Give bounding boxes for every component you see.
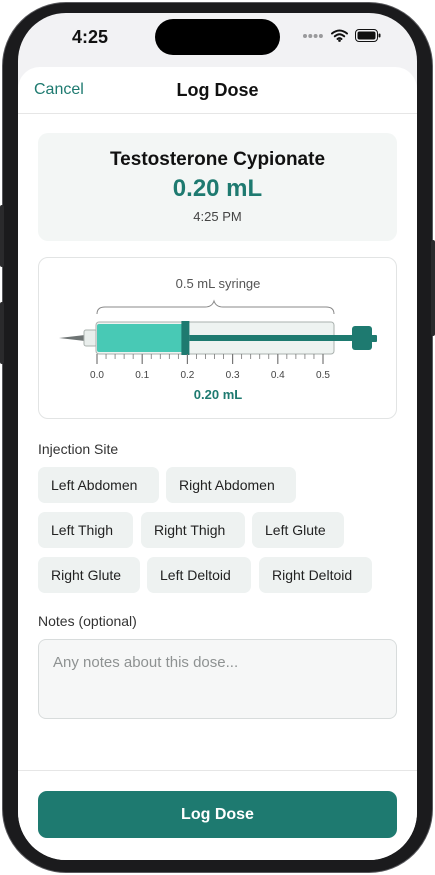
syringe-tick-label: 0.4 [271,370,285,381]
page-title: Log Dose [176,80,259,100]
notes-field[interactable] [38,639,397,719]
syringe-tick-label: 0.3 [226,370,240,381]
status-bar: 4:25 [18,13,417,67]
phone-screen: 4:25 Cancel Log Dose Testosterone Cypion… [18,13,417,860]
battery-icon [355,29,381,42]
notes-label: Notes (optional) [38,613,137,629]
syringe-hub [83,329,98,347]
dose-amount: 0.20 mL [172,175,263,202]
site-chip-right-abdomen[interactable]: Right Abdomen [166,467,296,503]
dose-time: 4:25 PM [193,209,242,224]
syringe-bracket [96,299,335,315]
syringe-tick-label: 0.2 [180,370,194,381]
syringe-graphic: 0.5 mL syringe 0.0 0.1 0.2 0.3 0.4 0.5 0.20 m… [59,276,377,402]
signal-dots-icon [303,33,323,38]
log-dose-sheet: Cancel Log Dose Testosterone Cypionate 0… [18,67,417,860]
injection-site-label: Injection Site [38,441,119,457]
status-icons [302,29,381,42]
syringe-fill-label: 0.20 mL [194,387,242,402]
side-button [0,205,4,267]
notes-input[interactable] [39,640,396,718]
syringe-needle [59,335,85,341]
site-chip-left-thigh[interactable]: Left Thigh [38,512,133,548]
dose-summary-card: Testosterone Cypionate 0.20 mL 4:25 PM [38,133,397,241]
syringe-visual-card: 0.5 mL syringe 0.0 0.1 0.2 0.3 0.4 0.5 0.20 m… [38,257,397,419]
syringe-thumb-press [352,326,372,350]
wifi-icon [331,29,348,42]
site-chip-right-deltoid[interactable]: Right Deltoid [259,557,372,593]
syringe-tick-label: 0.0 [90,370,104,381]
log-dose-button[interactable]: Log Dose [38,791,397,838]
syringe-fill [97,324,186,352]
syringe-end-cap [371,335,377,342]
site-chip-left-abdomen[interactable]: Left Abdomen [38,467,159,503]
site-chip-right-glute[interactable]: Right Glute [38,557,140,593]
syringe-tick-label: 0.1 [135,370,149,381]
syringe-size-label: 0.5 mL syringe [176,276,261,291]
site-chip-left-deltoid[interactable]: Left Deltoid [147,557,251,593]
footer-divider [18,770,417,771]
status-time: 4:25 [72,27,109,47]
site-chip-left-glute[interactable]: Left Glute [252,512,344,548]
medication-name: Testosterone Cypionate [109,149,326,170]
syringe-tick-label: 0.5 [316,370,330,381]
syringe-plunger-head [181,321,190,355]
syringe-scale: 0.0 0.1 0.2 0.3 0.4 0.5 [90,354,330,381]
syringe-plunger-rod [189,335,353,341]
dynamic-island [155,19,280,55]
site-chip-right-thigh[interactable]: Right Thigh [141,512,245,548]
side-button [431,240,435,336]
nav-bar: Cancel Log Dose [18,67,417,114]
side-button [0,302,4,364]
page: 4:25 Cancel Log Dose Testosterone Cypion… [0,0,435,875]
